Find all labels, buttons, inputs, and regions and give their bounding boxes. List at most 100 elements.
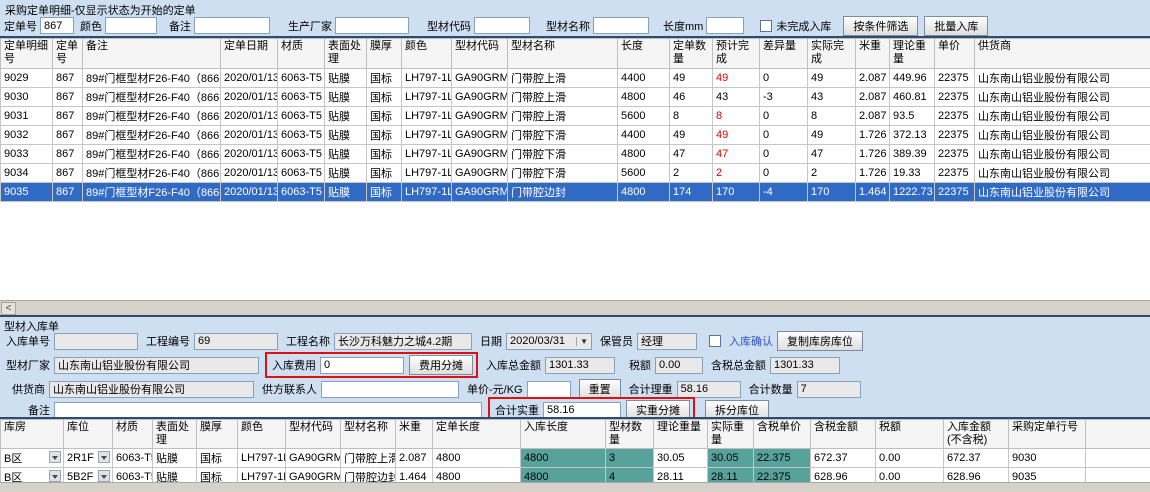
column-header[interactable]: 含税金额 <box>811 420 876 449</box>
column-header[interactable]: 采购定单行号 <box>1009 420 1086 449</box>
column-header[interactable]: 颜色 <box>402 39 452 69</box>
table-row[interactable]: B区2R1F6063-T5贴膜国标LH797-1LL0GA90GRM03门带腔上… <box>1 449 1150 468</box>
column-header[interactable]: 材质 <box>278 39 325 69</box>
column-header[interactable]: 定单号 <box>53 39 83 69</box>
dropdown-arrow-icon[interactable] <box>49 451 61 463</box>
total-qty-field[interactable]: 7 <box>797 381 861 398</box>
keeper-field[interactable]: 经理 <box>637 333 697 350</box>
copy-warehouse-button[interactable]: 复制库房库位 <box>777 331 863 351</box>
total-theory-field[interactable]: 58.16 <box>677 381 741 398</box>
project-name-field[interactable]: 长沙万科魅力之城4.2期 <box>334 333 472 350</box>
supplier-field[interactable]: 山东南山铝业股份有限公司 <box>49 381 254 398</box>
column-header[interactable]: 表面处理 <box>325 39 367 69</box>
table-row[interactable]: 903086789#门框型材F26-F40（866+867）2020/01/13… <box>1 88 1150 107</box>
order-no-input[interactable]: 867 <box>40 17 74 34</box>
column-header[interactable]: 型材数量 <box>606 420 654 449</box>
factory-field[interactable]: 山东南山铝业股份有限公司 <box>54 357 259 374</box>
grid-cell: 贴膜 <box>325 164 367 183</box>
column-header[interactable]: 膜厚 <box>197 420 238 449</box>
column-header[interactable]: 库房 <box>1 420 64 449</box>
calendar-dropdown-icon[interactable]: ▼ <box>576 337 588 346</box>
bottom-scrollbar[interactable] <box>0 482 1150 492</box>
unit-price-input[interactable] <box>527 381 571 398</box>
grid-cell: 22375 <box>935 126 975 145</box>
date-field[interactable]: 2020/03/31▼ <box>506 333 592 350</box>
table-row[interactable]: 903286789#门框型材F26-F40（866+867）2020/01/13… <box>1 126 1150 145</box>
column-header[interactable]: 定单数量 <box>670 39 713 69</box>
grid-cell: 贴膜 <box>325 88 367 107</box>
grid-cell: 6063-T5 <box>278 69 325 88</box>
column-header[interactable]: 定单长度 <box>433 420 521 449</box>
table-row[interactable]: 903586789#门框型材F26-F40（866+867）2020/01/13… <box>1 183 1150 202</box>
length-input[interactable] <box>706 17 744 34</box>
order-grid-hscrollbar[interactable]: < <box>0 300 1150 315</box>
dropdown-arrow-icon[interactable] <box>49 470 61 482</box>
column-header[interactable]: 表面处理 <box>153 420 197 449</box>
column-header[interactable]: 理论重量 <box>890 39 935 69</box>
dropdown-arrow-icon[interactable] <box>98 470 110 482</box>
column-header[interactable]: 备注 <box>83 39 221 69</box>
column-header[interactable]: 预计完成 <box>713 39 760 69</box>
column-header[interactable]: 定单日期 <box>221 39 278 69</box>
column-header[interactable]: 入库长度 <box>521 420 606 449</box>
table-row[interactable]: 903386789#门框型材F26-F40（866+867）2020/01/13… <box>1 145 1150 164</box>
contact-input[interactable] <box>321 381 459 398</box>
color-input[interactable] <box>105 17 157 34</box>
grid-cell: 门带腔下滑 <box>508 126 618 145</box>
column-header[interactable]: 差异量 <box>760 39 808 69</box>
total-actual-input[interactable]: 58.16 <box>543 402 621 419</box>
inbound-total-field[interactable]: 1301.33 <box>545 357 615 374</box>
column-header[interactable]: 实际重量 <box>708 420 754 449</box>
column-header[interactable]: 长度 <box>618 39 670 69</box>
column-header[interactable]: 膜厚 <box>367 39 402 69</box>
column-header[interactable]: 实际完成 <box>808 39 856 69</box>
column-header[interactable]: 理论重量 <box>654 420 708 449</box>
inbound-no-field[interactable] <box>54 333 138 350</box>
column-header[interactable]: 型材名称 <box>341 420 396 449</box>
filter-button[interactable]: 按条件筛选 <box>843 16 918 36</box>
tax-field[interactable]: 0.00 <box>655 357 703 374</box>
column-header[interactable]: 入库金额(不含税) <box>944 420 1009 449</box>
grid-cell: 国标 <box>197 449 238 468</box>
column-header[interactable]: 材质 <box>113 420 153 449</box>
column-header[interactable]: 含税单价 <box>754 420 811 449</box>
column-header[interactable]: 供货商 <box>975 39 1150 69</box>
scroll-left-icon[interactable]: < <box>1 302 16 315</box>
grid-cell: 门带腔上滑 <box>341 449 396 468</box>
inbound-confirm-checkbox[interactable] <box>709 335 721 347</box>
form-remark-input[interactable] <box>54 402 482 419</box>
order-grid-header-row: 定单明细号定单号备注定单日期材质表面处理膜厚颜色型材代码型材名称长度定单数量预计… <box>1 39 1150 69</box>
unfinished-checkbox[interactable] <box>760 20 772 32</box>
batch-inbound-button[interactable]: 批量入库 <box>924 16 988 36</box>
grid-cell: 3 <box>606 449 654 468</box>
inbound-fee-input[interactable]: 0 <box>320 357 404 374</box>
column-header[interactable]: 米重 <box>856 39 890 69</box>
grid-cell: 6063-T5 <box>278 126 325 145</box>
profile-name-input[interactable] <box>593 17 649 34</box>
fee-allocate-button[interactable]: 费用分摊 <box>409 355 473 375</box>
tax-total-field[interactable]: 1301.33 <box>770 357 840 374</box>
remark-input[interactable] <box>194 17 270 34</box>
profile-code-input[interactable] <box>474 17 530 34</box>
column-header[interactable]: 米重 <box>396 420 433 449</box>
column-header[interactable]: 颜色 <box>238 420 286 449</box>
grid-cell: 4800 <box>618 145 670 164</box>
column-header[interactable]: 定单明细号 <box>1 39 53 69</box>
grid-cell: 6063-T5 <box>113 449 153 468</box>
column-header[interactable]: 库位 <box>64 420 113 449</box>
order-grid-region: 定单明细号定单号备注定单日期材质表面处理膜厚颜色型材代码型材名称长度定单数量预计… <box>0 38 1150 301</box>
grid-cell: 672.37 <box>811 449 876 468</box>
manufacturer-input[interactable] <box>335 17 409 34</box>
column-header[interactable]: 单价 <box>935 39 975 69</box>
dropdown-arrow-icon[interactable] <box>98 451 110 463</box>
project-no-field[interactable]: 69 <box>194 333 278 350</box>
table-row[interactable]: 903486789#门框型材F26-F40（866+867）2020/01/13… <box>1 164 1150 183</box>
reset-button[interactable]: 重置 <box>579 379 621 399</box>
column-header[interactable]: 税额 <box>876 420 944 449</box>
table-row[interactable]: 903186789#门框型材F26-F40（866+867）2020/01/13… <box>1 107 1150 126</box>
grid-cell: 2020/01/13 <box>221 69 278 88</box>
column-header[interactable]: 型材代码 <box>286 420 341 449</box>
table-row[interactable]: 902986789#门框型材F26-F40（866+867）2020/01/13… <box>1 69 1150 88</box>
column-header[interactable]: 型材代码 <box>452 39 508 69</box>
column-header[interactable]: 型材名称 <box>508 39 618 69</box>
